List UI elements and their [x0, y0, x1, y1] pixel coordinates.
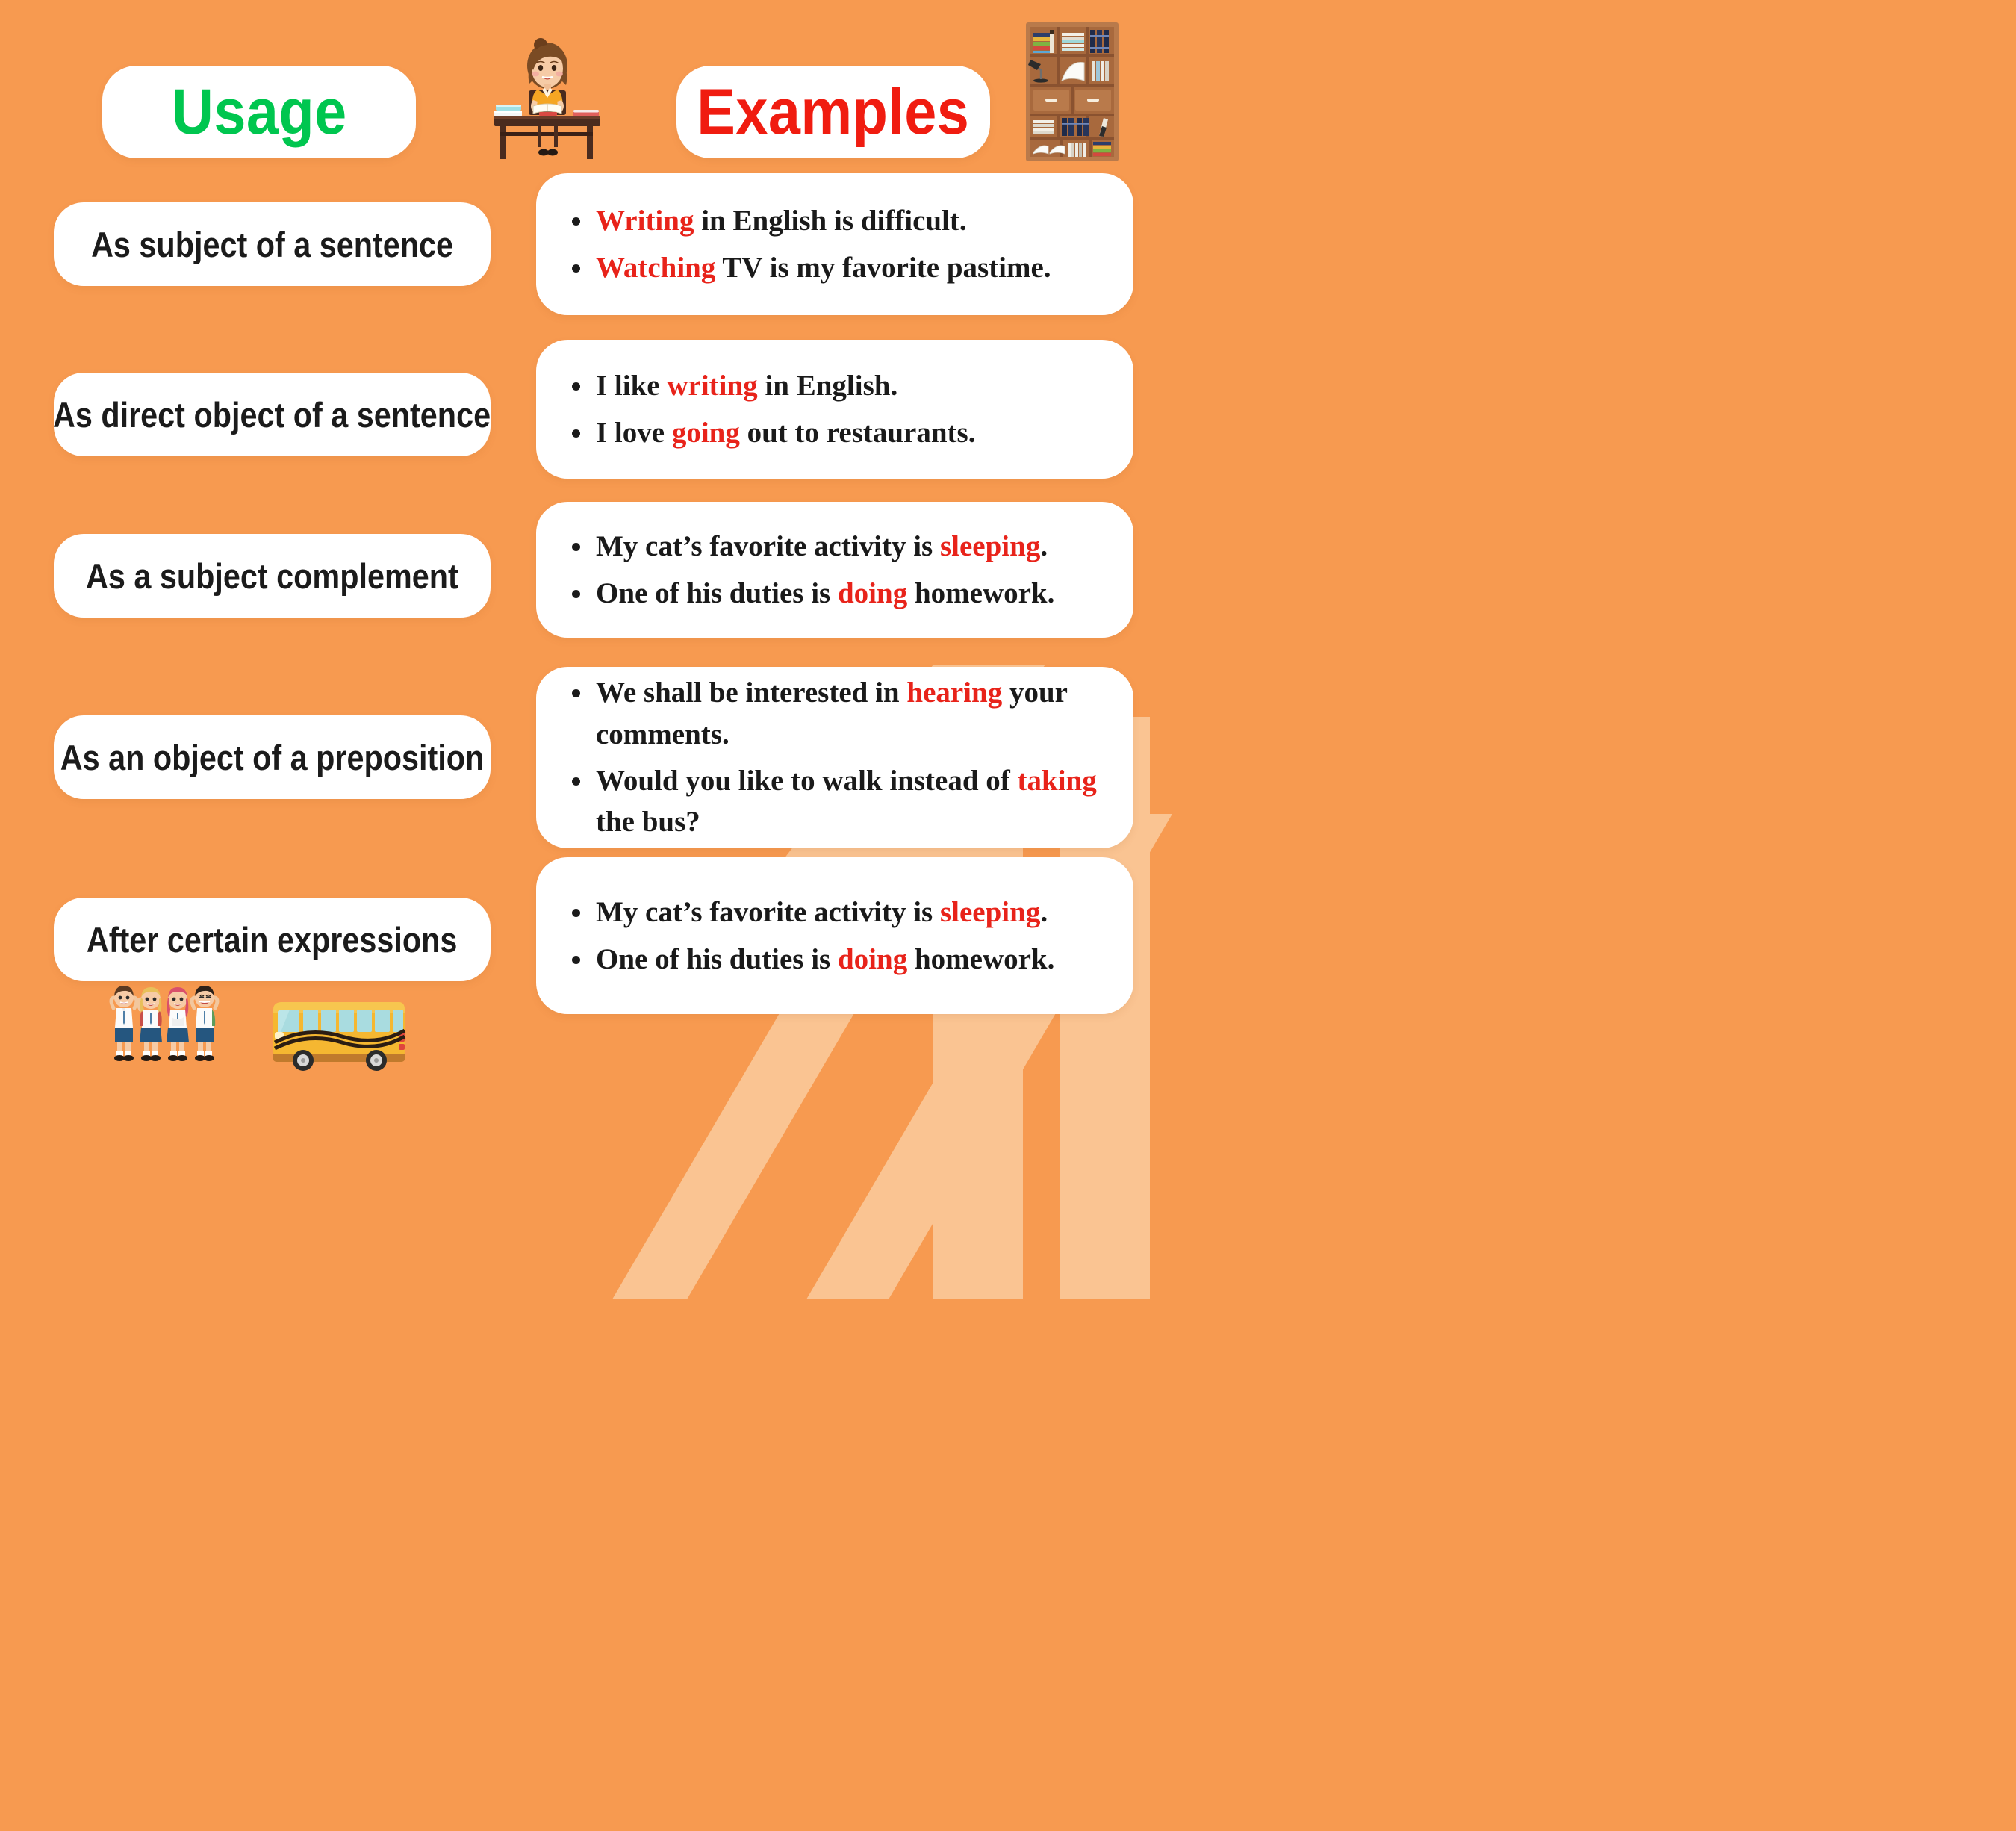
example-card: I like writing in English. I love going o…	[536, 340, 1133, 479]
sentence-suffix: the bus?	[596, 806, 700, 839]
sentence-suffix: .	[1040, 896, 1048, 929]
example-list: I like writing in English. I love going o…	[561, 360, 1133, 458]
sentence-suffix: in English is difficult.	[694, 205, 967, 237]
sentence-prefix: My cat’s favorite activity is	[596, 530, 940, 563]
example-sentence: My cat’s favorite activity is sleeping.	[561, 526, 1133, 567]
school-bus-icon	[273, 1002, 406, 1071]
school-children-waving-icon	[109, 986, 220, 1061]
usage-label: As subject of a sentence	[90, 224, 453, 264]
usage-label: As a subject complement	[86, 556, 458, 596]
example-sentence: My cat’s favorite activity is sleeping.	[561, 892, 1133, 933]
gerund-highlight: Watching	[596, 251, 716, 284]
example-list: We shall be interested in hearing your c…	[561, 667, 1133, 848]
gerund-highlight: writing	[667, 370, 758, 402]
sentence-prefix: I love	[596, 416, 672, 449]
usage-card: As subject of a sentence	[54, 202, 491, 286]
gerund-highlight: going	[671, 416, 740, 449]
sentence-prefix: One of his duties is	[596, 942, 838, 975]
sentence-prefix: My cat’s favorite activity is	[596, 896, 940, 929]
sentence-suffix: .	[1040, 530, 1048, 563]
example-sentence: I like writing in English.	[561, 365, 1133, 406]
example-card: Writing in English is difficult. Watching…	[536, 173, 1133, 315]
sentence-suffix: homework.	[907, 942, 1055, 975]
example-sentence: Writing in English is difficult.	[561, 200, 1133, 241]
gerund-highlight: taking	[1017, 765, 1097, 797]
examples-column-header: Examples	[676, 66, 990, 158]
bookshelf-icon	[1026, 22, 1119, 161]
gerund-highlight: sleeping	[939, 896, 1041, 929]
example-sentence: Watching TV is my favorite pastime.	[561, 247, 1133, 288]
example-card: We shall be interested in hearing your c…	[536, 667, 1133, 848]
usage-card: As direct object of a sentence	[54, 373, 491, 456]
example-card: My cat’s favorite activity is sleeping. O…	[536, 502, 1133, 638]
gerund-highlight: Writing	[596, 205, 694, 237]
examples-header-label: Examples	[697, 76, 970, 148]
example-list: My cat’s favorite activity is sleeping. O…	[561, 886, 1133, 985]
gerund-highlight: hearing	[906, 677, 1003, 709]
girl-reading-at-desk-icon	[494, 38, 600, 159]
sentence-prefix: One of his duties is	[596, 576, 838, 609]
example-card: My cat’s favorite activity is sleeping. O…	[536, 857, 1133, 1014]
usage-label: As direct object of a sentence	[54, 394, 491, 435]
usage-label: After certain expressions	[87, 919, 458, 960]
sentence-suffix: homework.	[907, 576, 1055, 609]
example-sentence: We shall be interested in hearing your c…	[561, 672, 1133, 755]
sentence-prefix: I like	[596, 370, 668, 402]
example-sentence: I love going out to restaurants.	[561, 412, 1133, 453]
sentence-suffix: out to restaurants.	[739, 416, 976, 449]
gerund-highlight: doing	[837, 942, 908, 975]
usage-card: As a subject complement	[54, 534, 491, 618]
example-sentence: Would you like to walk instead of taking…	[561, 760, 1133, 843]
example-sentence: One of his duties is doing homework.	[561, 573, 1133, 614]
usage-header-label: Usage	[171, 76, 347, 148]
example-list: Writing in English is difficult. Watching…	[561, 195, 1133, 293]
usage-label: As an object of a preposition	[60, 737, 485, 777]
example-sentence: One of his duties is doing homework.	[561, 939, 1133, 980]
sentence-prefix: Would you like to walk instead of	[596, 765, 1018, 797]
sentence-suffix: TV is my favorite pastime.	[715, 251, 1051, 284]
usage-card: After certain expressions	[54, 898, 491, 981]
gerund-highlight: sleeping	[939, 530, 1041, 563]
gerund-highlight: doing	[837, 576, 908, 609]
usage-card: As an object of a preposition	[54, 715, 491, 799]
sentence-prefix: We shall be interested in	[596, 677, 907, 709]
usage-column-header: Usage	[102, 66, 416, 158]
example-list: My cat’s favorite activity is sleeping. O…	[561, 520, 1133, 619]
sentence-suffix: in English.	[757, 370, 898, 402]
